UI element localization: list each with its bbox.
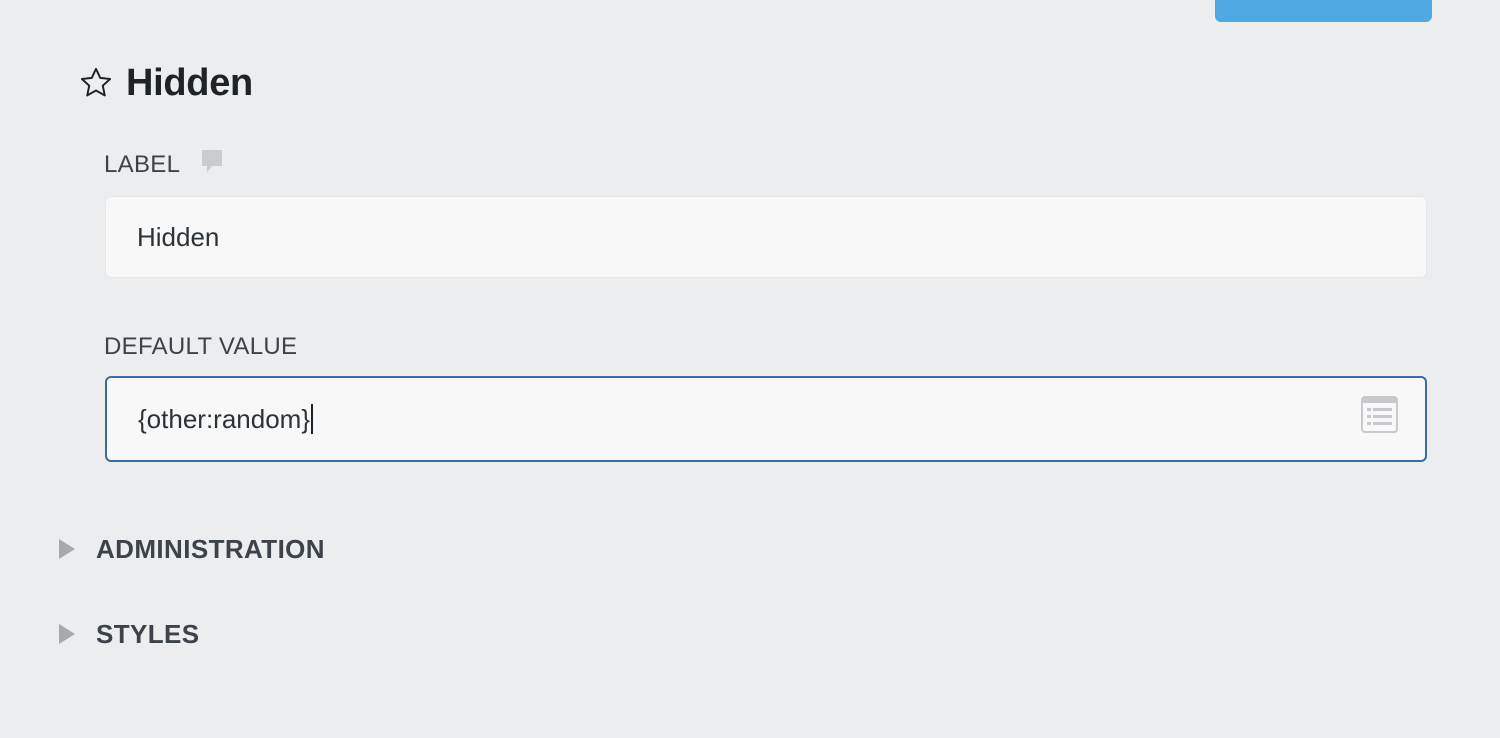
label-input-value: Hidden xyxy=(137,221,220,252)
section-styles-label: STYLES xyxy=(96,618,200,649)
section-styles[interactable]: STYLES xyxy=(58,615,200,653)
section-administration[interactable]: ADMINISTRATION xyxy=(58,530,325,568)
default-value-input[interactable]: {other:random} xyxy=(105,376,1427,462)
default-value-input-value: {other:random} xyxy=(138,403,311,434)
default-value-label-row: DEFAULT VALUE xyxy=(104,331,297,363)
triangle-right-icon xyxy=(58,623,76,645)
text-caret xyxy=(311,404,314,434)
list-icon[interactable] xyxy=(1361,396,1398,433)
label-input[interactable]: Hidden xyxy=(105,196,1427,278)
star-outline-icon[interactable] xyxy=(78,65,114,101)
comment-icon[interactable] xyxy=(200,149,224,175)
label-field-label-row: LABEL xyxy=(104,149,224,181)
field-header: Hidden xyxy=(78,58,253,108)
field-title: Hidden xyxy=(126,61,253,104)
top-action-button[interactable] xyxy=(1215,0,1432,22)
triangle-right-icon xyxy=(58,538,76,560)
section-administration-label: ADMINISTRATION xyxy=(96,533,325,564)
label-field-label: LABEL xyxy=(104,151,181,178)
default-value-label: DEFAULT VALUE xyxy=(104,333,298,360)
